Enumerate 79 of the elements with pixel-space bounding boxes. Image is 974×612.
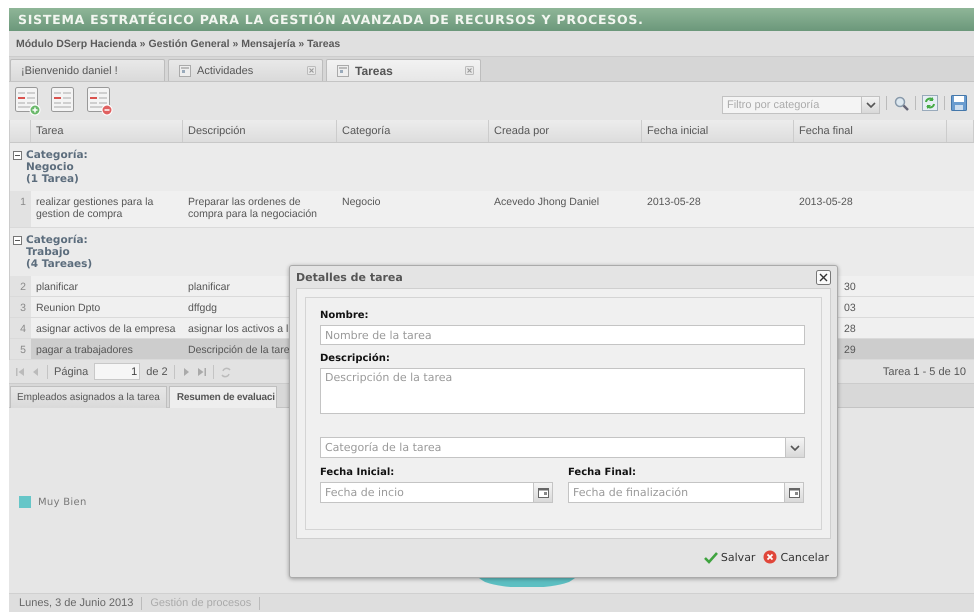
group-count: (1 Tarea): [26, 173, 80, 185]
field-label: Nombre:: [320, 310, 370, 321]
text-area[interactable]: Descripción de la tarea: [320, 368, 805, 414]
add-record-icon[interactable]: [14, 86, 41, 116]
table-cell-text: asignar activos de la empresa: [35, 322, 176, 337]
table-cell-text: Negocio: [341, 195, 382, 210]
group-label: Categoría:: [26, 234, 89, 246]
category-filter-field[interactable]: Filtro por categoría: [722, 96, 862, 114]
date-field[interactable]: Fecha de finalización: [568, 482, 785, 503]
page-count: de 2: [146, 366, 168, 378]
row-number: 3: [10, 297, 31, 317]
table-cell: 28: [844, 323, 856, 335]
refresh-icon[interactable]: [922, 95, 938, 111]
tab[interactable]: Tareas: [326, 59, 481, 81]
cancel-button[interactable]: Cancelar: [763, 550, 829, 564]
field-label: Fecha Inicial:: [320, 467, 396, 478]
table-cell-text: realizar gestiones para la gestion de compra: [35, 195, 154, 222]
delete-record-icon[interactable]: [86, 86, 113, 116]
last-page-icon[interactable]: [196, 366, 207, 376]
text-field[interactable]: Nombre de la tarea: [320, 325, 805, 345]
calendar-button[interactable]: [534, 482, 553, 503]
table-cell-text: Reunion Dpto: [35, 301, 102, 316]
window-icon: [179, 64, 191, 76]
table-cell: 30: [844, 281, 856, 293]
dropdown-button[interactable]: [862, 96, 880, 114]
column-header[interactable]: Tarea: [31, 120, 183, 142]
row-number: 2: [10, 276, 31, 296]
table-cell-text: pagar a trabajadores: [35, 343, 134, 358]
calendar-button[interactable]: [785, 482, 804, 503]
collapse-icon[interactable]: [13, 151, 22, 160]
table-row[interactable]: 1 realizar gestiones para la gestion de compra Preparar las ordenes de compra para la negociación Negocio Acevedo Jhong Daniel 2013-05-28 2013-05-28: [10, 191, 974, 228]
app-title: SISTEMA ESTRATÉGICO PARA LA GESTIÓN AVANZADA DE RECURSOS Y PROCESOS.: [18, 12, 645, 27]
dropdown-button[interactable]: [786, 437, 805, 458]
field-label: Descripción:: [320, 353, 391, 364]
group-name: Negocio: [26, 161, 75, 173]
group-name: Trabajo: [26, 246, 71, 258]
row-number: 1: [10, 191, 31, 227]
legend-label: Muy Bien: [38, 496, 87, 508]
table-cell: 03: [844, 302, 856, 314]
cancel-icon: [763, 550, 778, 564]
dialog-title: Detalles de tarea: [296, 270, 403, 284]
column-header[interactable]: Descripción: [183, 120, 337, 142]
category-field[interactable]: Categoría de la tarea: [320, 437, 786, 458]
page-label: Página: [54, 366, 88, 378]
search-icon[interactable]: [893, 95, 909, 111]
page-field[interactable]: 1: [94, 363, 140, 380]
window-icon: [337, 64, 349, 76]
tab[interactable]: ¡Bienvenido daniel !: [10, 59, 165, 81]
page-summary: Tarea 1 - 5 de 10: [882, 366, 966, 378]
column-header[interactable]: Categoría: [337, 120, 489, 142]
collapse-icon[interactable]: [13, 236, 22, 245]
tab[interactable]: Actividades: [168, 59, 323, 81]
table-cell-text: Acevedo Jhong Daniel: [493, 195, 600, 210]
status-date: Lunes, 3 de Junio 2013: [19, 597, 134, 609]
column-header[interactable]: Fecha inicial: [642, 120, 794, 142]
table-cell-text: 2013-05-28: [798, 195, 854, 210]
date-field[interactable]: Fecha de incio: [320, 482, 534, 503]
breadcrumb: Módulo DSerp Hacienda » Gestión General » Mensajería » Tareas: [16, 38, 340, 50]
caret-icon: [790, 444, 800, 450]
group-label: Categoría:: [26, 149, 88, 161]
table-cell: 29: [844, 344, 856, 356]
calendar-icon: [788, 486, 800, 499]
column-header[interactable]: Creada por: [489, 120, 642, 142]
row-number: 4: [10, 318, 31, 338]
check-icon: [704, 550, 718, 564]
tab[interactable]: Empleados asignados a la tarea: [10, 386, 167, 408]
group-count: (4 Tareaes): [26, 258, 92, 270]
close-icon[interactable]: [816, 270, 831, 284]
calendar-icon: [536, 486, 550, 499]
caret-icon: [866, 102, 876, 108]
save-button[interactable]: Salvar: [704, 550, 756, 564]
tab[interactable]: Resumen de evaluaci: [168, 386, 277, 408]
row-number: 5: [10, 339, 31, 359]
table-cell-text: 2013-05-28: [646, 195, 702, 210]
field-label: Fecha Final:: [568, 467, 638, 478]
column-header[interactable]: Fecha final: [794, 120, 947, 142]
save-icon[interactable]: [951, 95, 967, 111]
table-cell-text: planificar: [35, 280, 80, 295]
table-cell-text: Preparar las ordenes de compra para la negociación: [187, 195, 318, 222]
